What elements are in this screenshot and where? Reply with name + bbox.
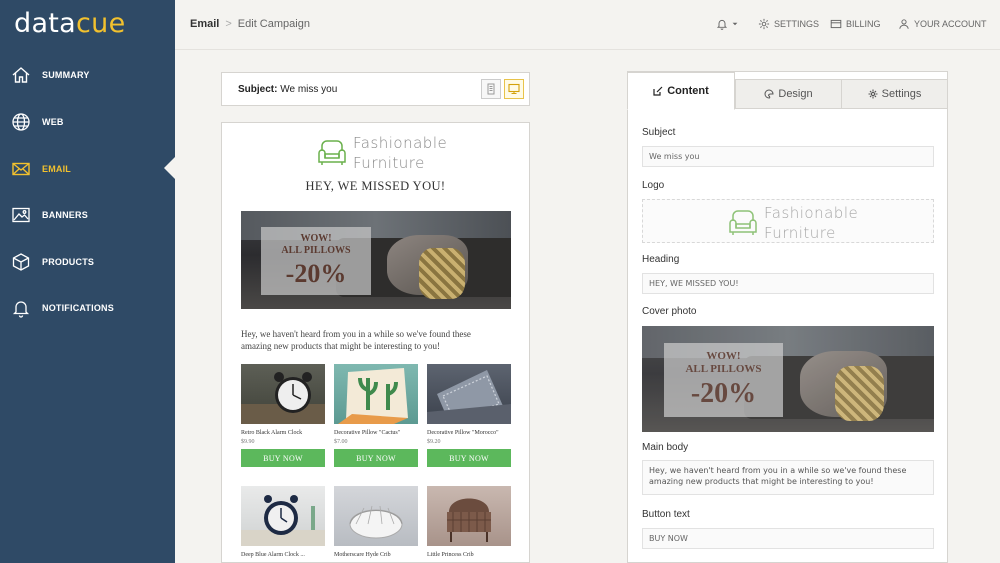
subject-label: Subject [642, 127, 676, 138]
mobile-icon [487, 83, 495, 95]
cover-photo-upload[interactable]: WOW! ALL PILLOWS -20% [642, 326, 934, 432]
product-name: Retro Black Alarm Clock [241, 430, 303, 436]
sidebar-item-web[interactable]: WEB [0, 99, 175, 145]
product-image [334, 364, 418, 424]
logo-label: Logo [642, 180, 665, 191]
account-label: YOUR ACCOUNT [914, 19, 987, 29]
heading-label: Heading [642, 254, 680, 265]
main-body-textarea[interactable]: Hey, we haven't heard from you in a whil… [642, 460, 934, 495]
heading-input[interactable]: HEY, WE MISSED YOU! [642, 273, 934, 294]
tab-design[interactable]: Design [735, 79, 842, 109]
brand-logo: Fashionable Furniture [316, 133, 448, 173]
image-icon [12, 207, 30, 223]
subject-input[interactable]: We miss you [642, 146, 934, 167]
desktop-view-button[interactable] [504, 79, 524, 99]
tab-settings[interactable]: Settings [841, 79, 948, 109]
user-icon [899, 19, 909, 29]
main-body-label: Main body [642, 442, 689, 453]
settings-label: SETTINGS [774, 19, 820, 29]
product-name: Motherscare Hyde Crib [334, 552, 391, 558]
product-card: Little Princess Crib [427, 486, 511, 558]
top-bar: Email > Edit Campaign SETTINGS BILLING YOU… [175, 0, 1000, 50]
promo-overlay: WOW! ALL PILLOWS -20% [664, 343, 783, 417]
home-icon [12, 67, 30, 83]
product-card: Deep Blue Alarm Clock ... [241, 486, 325, 558]
sidebar-item-banners[interactable]: BANNERS [0, 192, 175, 238]
cover-photo: WOW! ALL PILLOWS -20% [241, 211, 511, 309]
brand-logo: Fashionable Furniture [727, 203, 859, 243]
globe-icon [12, 113, 30, 131]
product-price: $9.90 [241, 439, 255, 445]
edit-icon [653, 86, 663, 96]
promo-overlay: WOW! ALL PILLOWS -20% [261, 227, 371, 295]
email-preview: Fashionable Furniture HEY, WE MISSED YOU!… [221, 122, 530, 563]
notifications-menu[interactable] [716, 18, 738, 30]
desktop-icon [508, 83, 520, 95]
cover-photo-label: Cover photo [642, 306, 697, 317]
product-image [334, 486, 418, 546]
sidebar-item-label: PRODUCTS [42, 257, 95, 267]
bell-icon [12, 301, 30, 318]
sidebar-item-label: EMAIL [42, 164, 71, 174]
product-image [427, 486, 511, 546]
buy-now-button[interactable]: BUY NOW [427, 449, 511, 467]
editor-panel: Content Design Settings Subject We miss … [627, 71, 948, 563]
breadcrumb-current: Edit Campaign [237, 18, 310, 30]
caret-down-icon [732, 22, 738, 26]
logo-upload[interactable]: Fashionable Furniture [642, 199, 934, 243]
sidebar-item-label: WEB [42, 117, 64, 127]
palette-icon [764, 89, 774, 99]
product-image [427, 364, 511, 424]
product-price: $9.20 [427, 439, 441, 445]
envelope-icon [12, 162, 30, 176]
bell-icon [716, 19, 728, 30]
sidebar-item-label: BANNERS [42, 210, 88, 220]
product-image [241, 364, 325, 424]
breadcrumb-separator: > [225, 18, 232, 30]
settings-link[interactable]: SETTINGS [758, 18, 819, 30]
datacue-logo[interactable]: datacue [14, 8, 126, 39]
billing-label: BILLING [846, 19, 881, 29]
product-image [241, 486, 325, 546]
tab-content[interactable]: Content [627, 72, 735, 110]
gear-icon [868, 89, 878, 99]
button-text-label: Button text [642, 509, 690, 520]
breadcrumb-root[interactable]: Email [190, 18, 219, 30]
sidebar-item-notifications[interactable]: NOTIFICATIONS [0, 285, 175, 331]
credit-card-icon [830, 19, 842, 29]
product-card: Decorative Pillow "Cactus" $7.00 BUY NOW [334, 364, 418, 467]
sidebar: datacue SUMMARY WEB EMAIL BANNERS PRODUC… [0, 0, 175, 563]
sidebar-item-label: SUMMARY [42, 70, 90, 80]
armchair-icon [729, 210, 757, 235]
billing-link[interactable]: BILLING [830, 18, 881, 30]
account-link[interactable]: YOUR ACCOUNT [898, 18, 987, 30]
brand-name: Fashionable Furniture [764, 204, 859, 242]
product-name: Decorative Pillow "Cactus" [334, 430, 401, 436]
product-name: Decorative Pillow "Morocco" [427, 430, 499, 436]
email-heading: HEY, WE MISSED YOU! [305, 179, 446, 193]
product-card: Retro Black Alarm Clock $9.90 BUY NOW [241, 364, 325, 467]
subject-preview-bar: Subject: We miss you [221, 72, 530, 106]
mobile-view-button[interactable] [481, 79, 501, 99]
sidebar-item-label: NOTIFICATIONS [42, 303, 114, 313]
active-indicator [164, 157, 175, 179]
brand-name: Fashionable Furniture [353, 134, 448, 172]
subject-preview: Subject: We miss you [238, 84, 338, 95]
breadcrumb: Email > Edit Campaign [190, 18, 310, 30]
sidebar-item-summary[interactable]: SUMMARY [0, 52, 175, 98]
sidebar-item-email[interactable]: EMAIL [0, 146, 175, 192]
email-body: Hey, we haven't heard from you in a whil… [241, 329, 471, 351]
product-name: Deep Blue Alarm Clock ... [241, 552, 305, 558]
button-text-input[interactable]: BUY NOW [642, 528, 934, 549]
product-card: Decorative Pillow "Morocco" $9.20 BUY NO… [427, 364, 511, 467]
buy-now-button[interactable]: BUY NOW [241, 449, 325, 467]
cube-icon [12, 253, 30, 271]
buy-now-button[interactable]: BUY NOW [334, 449, 418, 467]
sidebar-item-products[interactable]: PRODUCTS [0, 239, 175, 285]
armchair-icon [318, 140, 346, 165]
gear-icon [758, 18, 770, 30]
product-name: Little Princess Crib [427, 552, 474, 558]
product-card: Motherscare Hyde Crib [334, 486, 418, 558]
product-price: $7.00 [334, 439, 348, 445]
